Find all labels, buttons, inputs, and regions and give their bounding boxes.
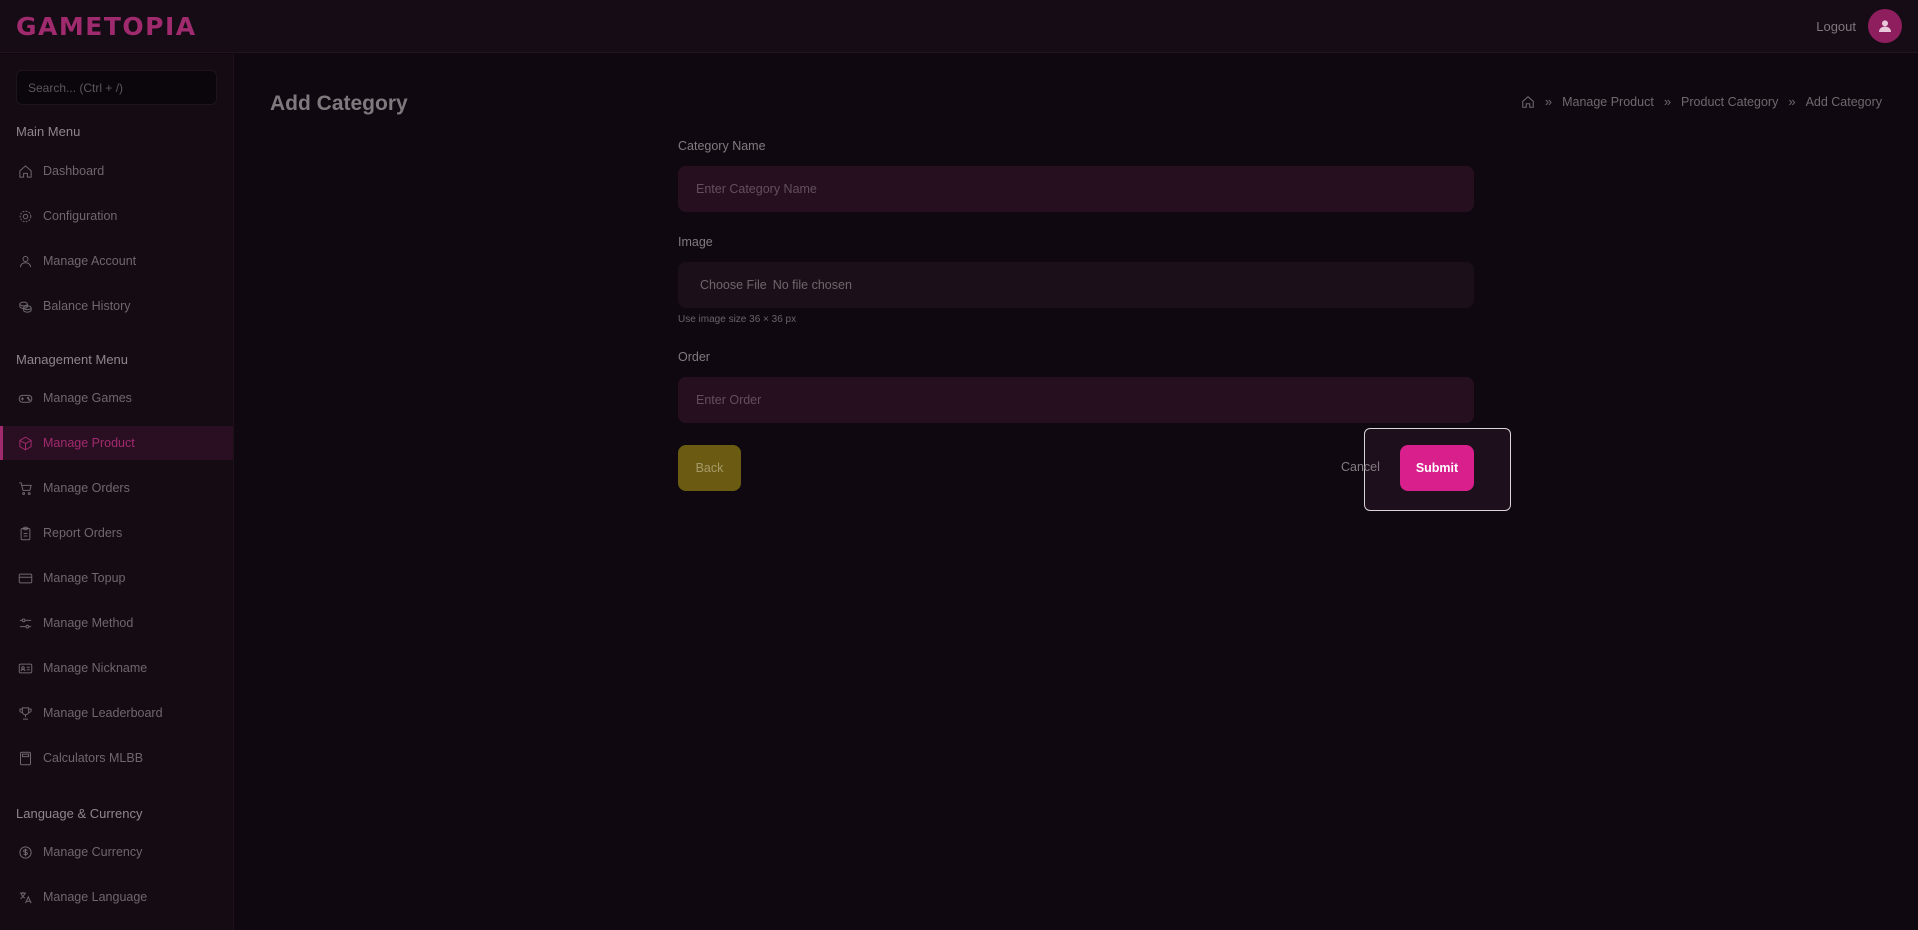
sidebar-item-manage-games[interactable]: Manage Games: [0, 381, 233, 415]
sidebar-item-label: Report Orders: [43, 526, 123, 540]
sidebar-item-label: Manage Topup: [43, 571, 126, 585]
sidebar-item-label: Manage Account: [43, 254, 137, 268]
chevron-double-right-icon: »: [1788, 94, 1796, 109]
order-input[interactable]: [678, 377, 1474, 423]
sidebar-item-calculators-mlbb[interactable]: Calculators MLBB: [0, 741, 233, 775]
box-icon: [19, 436, 32, 450]
top-bar: GAMETOPIA Logout: [0, 0, 1918, 53]
sidebar-item-label: Manage Games: [43, 391, 132, 405]
cart-icon: [19, 481, 32, 495]
sidebar-item-label: Manage Product: [43, 436, 135, 450]
cancel-button[interactable]: Cancel: [1341, 460, 1380, 474]
avatar[interactable]: [1868, 9, 1902, 43]
sidebar-item-label: Manage Method: [43, 616, 134, 630]
sliders-icon: [19, 618, 32, 629]
sidebar-item-label: Balance History: [43, 299, 131, 313]
user-icon: [1879, 20, 1891, 32]
id-card-icon: [18, 663, 33, 673]
back-button[interactable]: Back: [678, 445, 741, 491]
order-label: Order: [678, 350, 710, 364]
coins-icon: [19, 301, 32, 313]
dollar-icon: [19, 845, 32, 859]
home-icon: [19, 164, 32, 178]
sidebar-item-manage-currency[interactable]: Manage Currency: [0, 835, 233, 869]
sidebar-item-label: Manage Nickname: [43, 661, 148, 675]
sidebar-item-manage-account[interactable]: Manage Account: [0, 244, 233, 278]
choose-file-button[interactable]: Choose File: [700, 278, 767, 292]
user-icon: [20, 255, 31, 267]
breadcrumb-item-product-category[interactable]: Product Category: [1681, 95, 1778, 109]
sidebar-item-label: Manage Leaderboard: [43, 706, 163, 720]
clipboard-icon: [20, 526, 31, 540]
category-name-input[interactable]: [678, 166, 1474, 212]
sidebar-item-label: Manage Currency: [43, 845, 143, 859]
sidebar: Main Menu Dashboard Configuration Manage…: [0, 54, 234, 930]
page-title: Add Category: [270, 92, 408, 115]
section-title-main-menu: Main Menu: [16, 124, 81, 139]
category-name-label: Category Name: [678, 139, 766, 153]
sidebar-item-label: Configuration: [43, 209, 118, 223]
sidebar-item-label: Manage Language: [43, 890, 148, 904]
sidebar-item-report-orders[interactable]: Report Orders: [0, 516, 233, 550]
home-icon[interactable]: [1521, 95, 1535, 109]
section-title-management-menu: Management Menu: [16, 352, 129, 367]
file-status: No file chosen: [772, 278, 852, 292]
logout-link[interactable]: Logout: [1816, 19, 1856, 34]
section-title-language-currency: Language & Currency: [16, 806, 143, 821]
image-file-input[interactable]: Choose File No file chosen: [678, 262, 1474, 308]
sidebar-item-manage-leaderboard[interactable]: Manage Leaderboard: [0, 696, 233, 730]
breadcrumb-item-manage-product[interactable]: Manage Product: [1562, 95, 1654, 109]
image-size-hint: Use image size 36 × 36 px: [678, 314, 797, 325]
breadcrumb-item-add-category: Add Category: [1805, 94, 1882, 109]
sidebar-item-dashboard[interactable]: Dashboard: [0, 154, 233, 188]
sidebar-item-label: Calculators MLBB: [43, 751, 144, 765]
sidebar-item-manage-nickname[interactable]: Manage Nickname: [0, 651, 233, 685]
trophy-icon: [19, 706, 32, 720]
logo[interactable]: GAMETOPIA: [16, 12, 197, 41]
chevron-double-right-icon: »: [1544, 94, 1553, 109]
sidebar-item-label: Dashboard: [43, 164, 105, 178]
sidebar-item-manage-orders[interactable]: Manage Orders: [0, 471, 233, 505]
gamepad-icon: [18, 394, 33, 403]
sidebar-item-label: Manage Orders: [43, 481, 130, 495]
search-input[interactable]: [16, 70, 217, 105]
gear-icon: [19, 210, 32, 222]
calculator-icon: [20, 751, 31, 765]
breadcrumb: » Manage Product » Product Category » Ad…: [1521, 94, 1882, 109]
sidebar-item-manage-topup[interactable]: Manage Topup: [0, 561, 233, 595]
sidebar-item-manage-product[interactable]: Manage Product: [0, 426, 233, 460]
sidebar-item-manage-language[interactable]: Manage Language: [0, 880, 233, 914]
sidebar-item-balance-history[interactable]: Balance History: [0, 289, 233, 323]
sidebar-item-configuration[interactable]: Configuration: [0, 199, 233, 233]
image-label: Image: [678, 235, 713, 249]
translate-icon: [19, 891, 32, 903]
card-icon: [18, 573, 33, 583]
chevron-double-right-icon: »: [1663, 94, 1672, 109]
sidebar-item-manage-method[interactable]: Manage Method: [0, 606, 233, 640]
submit-button[interactable]: Submit: [1400, 445, 1474, 491]
